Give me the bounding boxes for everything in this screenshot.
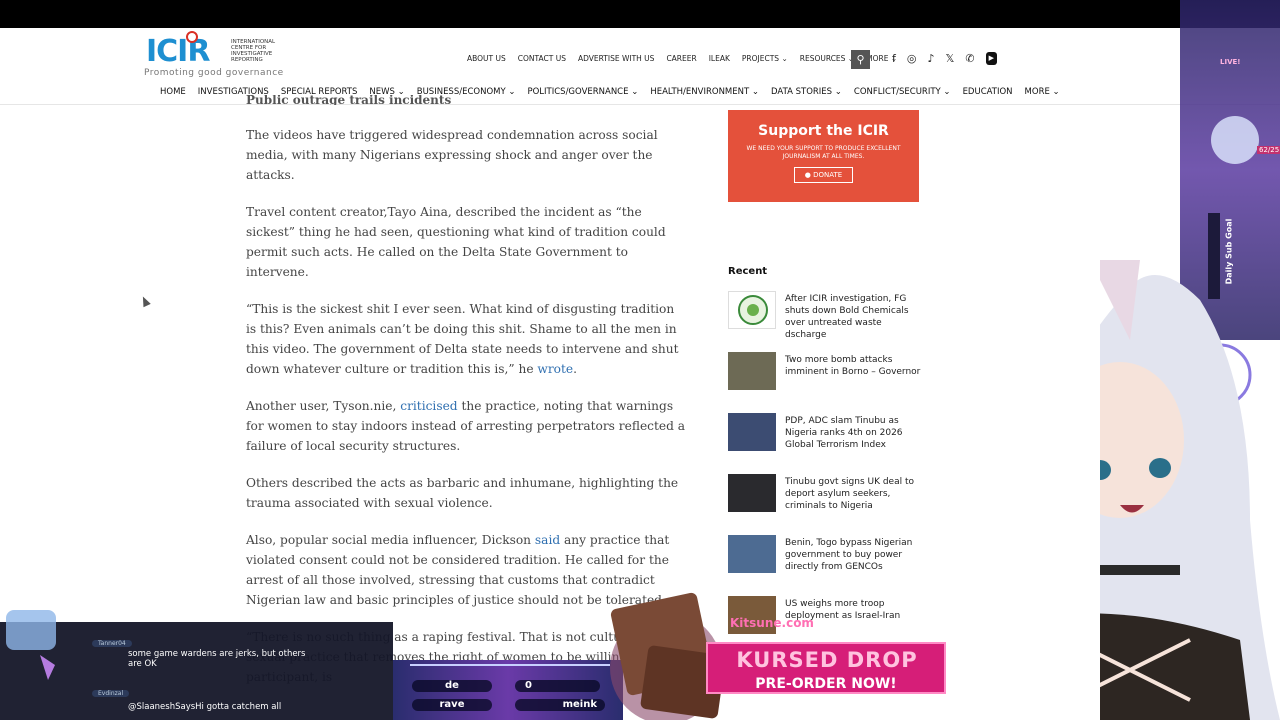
promo-subtitle: PRE-ORDER NOW! — [755, 676, 897, 692]
nav-home[interactable]: HOME — [160, 87, 186, 97]
recent-thumbnail[interactable] — [728, 291, 776, 329]
recent-item[interactable]: Benin, Togo bypass Nigerian government t… — [728, 535, 928, 596]
logo-text: INTERNATIONAL CENTRE FOR INVESTIGATIVE R… — [231, 39, 276, 63]
promo-store: Kitsune.com — [730, 616, 814, 630]
recent-item[interactable]: After ICIR investigation, FG shuts down … — [728, 291, 928, 352]
paragraph-text: “This is the sickest shit I ever seen. W… — [246, 302, 679, 376]
bar-pill: de — [412, 680, 492, 692]
top-nav: ABOUT US CONTACT US ADVERTISE WITH US CA… — [467, 54, 897, 63]
chat-message: Evdinzal @SlaaneshSaysHi gotta catchem a… — [92, 680, 312, 712]
donate-button[interactable]: ● DONATE — [793, 167, 854, 183]
recent-title[interactable]: After ICIR investigation, FG shuts down … — [785, 293, 925, 341]
donate-label: DONATE — [813, 171, 843, 179]
bar-pill: rave — [412, 699, 492, 711]
x-icon[interactable]: 𝕏 — [946, 52, 955, 65]
nav-education[interactable]: EDUCATION — [963, 87, 1013, 97]
whatsapp-icon[interactable]: ✆ — [965, 52, 974, 65]
recent-item[interactable]: Tinubu govt signs UK deal to deport asyl… — [728, 474, 928, 535]
sub-goal-label: Daily Sub Goal — [1224, 218, 1234, 285]
logo-dot-icon — [186, 31, 198, 43]
said-link[interactable]: said — [535, 533, 560, 547]
youtube-icon[interactable]: ▶ — [985, 52, 997, 65]
nav-more[interactable]: MORE ⌄ — [1025, 87, 1060, 97]
bar-divider — [410, 664, 610, 666]
support-banner[interactable]: Support the ICIR WE NEED YOUR SUPPORT TO… — [728, 110, 919, 202]
recent-thumbnail[interactable] — [728, 413, 776, 451]
site-tagline: Promoting good governance — [144, 68, 284, 78]
logo-mark: ICIR — [146, 34, 210, 69]
article-paragraph: The videos have triggered widespread con… — [246, 128, 658, 182]
chat-decoration-icon — [6, 610, 56, 680]
chat-username: Evdinzal — [92, 690, 130, 697]
tiktok-icon[interactable]: ♪ — [927, 52, 934, 65]
article-paragraph: Another user, Tyson.nie, criticised the … — [246, 396, 686, 456]
recent-thumbnail[interactable] — [728, 352, 776, 390]
top-nav-ileak[interactable]: ILEAK — [709, 54, 730, 63]
bar-pill: meink — [515, 699, 605, 711]
mouse-cursor-icon — [139, 294, 151, 308]
article-paragraph: Others described the acts as barbaric an… — [246, 476, 679, 510]
recent-thumbnail[interactable] — [728, 474, 776, 512]
recent-title[interactable]: Benin, Togo bypass Nigerian government t… — [785, 537, 925, 573]
search-button[interactable]: ⚲ — [851, 50, 870, 69]
sub-goal-bar — [1208, 213, 1220, 299]
article-paragraph: Travel content creator,Tayo Aina, descri… — [246, 205, 666, 279]
vtuber-avatar-icon — [1100, 0, 1280, 720]
instagram-icon[interactable]: ◎ — [907, 52, 917, 65]
chat-username: Tanner04 — [92, 640, 132, 647]
paragraph-text: Also, popular social media influencer, D… — [246, 533, 535, 547]
chat-text: @SlaaneshSaysHi gotta catchem all — [128, 702, 282, 712]
recent-title[interactable]: PDP, ADC slam Tinubu as Nigeria ranks 4t… — [785, 415, 925, 451]
support-title: Support the ICIR — [758, 123, 889, 139]
promo-note: *FOR A LIMITED TIME ONLY — [730, 705, 822, 712]
social-links: f ◎ ♪ 𝕏 ✆ ▶ — [892, 52, 997, 65]
top-nav-resources[interactable]: RESOURCES ⌄ — [800, 54, 854, 63]
article-paragraph: “This is the sickest shit I ever seen. W… — [246, 299, 686, 379]
donate-icon: ● — [804, 171, 811, 179]
support-subtitle: WE NEED YOUR SUPPORT TO PRODUCE EXCELLEN… — [746, 145, 901, 160]
recent-item[interactable]: Two more bomb attacks imminent in Borno … — [728, 352, 928, 413]
top-nav-contact[interactable]: CONTACT US — [518, 54, 566, 63]
clipped-heading: Public outrage trails incidents — [246, 95, 452, 105]
emblem-icon — [738, 295, 768, 325]
promo-title: KURSED DROP — [736, 648, 918, 672]
paragraph-text: . — [573, 362, 577, 376]
recent-title[interactable]: Two more bomb attacks imminent in Borno … — [785, 354, 925, 378]
recent-thumbnail[interactable] — [728, 535, 776, 573]
top-nav-projects[interactable]: PROJECTS ⌄ — [742, 54, 788, 63]
facebook-icon[interactable]: f — [892, 52, 896, 65]
site-header: ICIR INTERNATIONAL CENTRE FOR INVESTIGAT… — [0, 28, 1280, 105]
recent-item[interactable]: PDP, ADC slam Tinubu as Nigeria ranks 4t… — [728, 413, 928, 474]
recent-title[interactable]: Tinubu govt signs UK deal to deport asyl… — [785, 476, 925, 512]
nav-data-stories[interactable]: DATA STORIES ⌄ — [771, 87, 842, 97]
recent-heading: Recent — [728, 266, 768, 277]
wrote-link[interactable]: wrote — [537, 362, 573, 376]
browser-top-bar — [0, 0, 1280, 28]
chat-message: Tanner04 some game wardens are jerks, bu… — [92, 630, 312, 669]
top-nav-about[interactable]: ABOUT US — [467, 54, 506, 63]
top-nav-career[interactable]: CAREER — [666, 54, 696, 63]
paragraph-text: Another user, Tyson.nie, — [246, 399, 401, 413]
chat-text: some game wardens are jerks, but others … — [128, 649, 306, 669]
criticised-link[interactable]: criticised — [400, 399, 457, 413]
live-badge: LIVE! — [1220, 58, 1241, 66]
bar-pill: 0 — [515, 680, 600, 692]
nav-conflict[interactable]: CONFLICT/SECURITY ⌄ — [854, 87, 951, 97]
top-nav-advertise[interactable]: ADVERTISE WITH US — [578, 54, 654, 63]
sub-goal-count: 62/25 — [1257, 146, 1280, 154]
search-icon: ⚲ — [856, 53, 865, 66]
